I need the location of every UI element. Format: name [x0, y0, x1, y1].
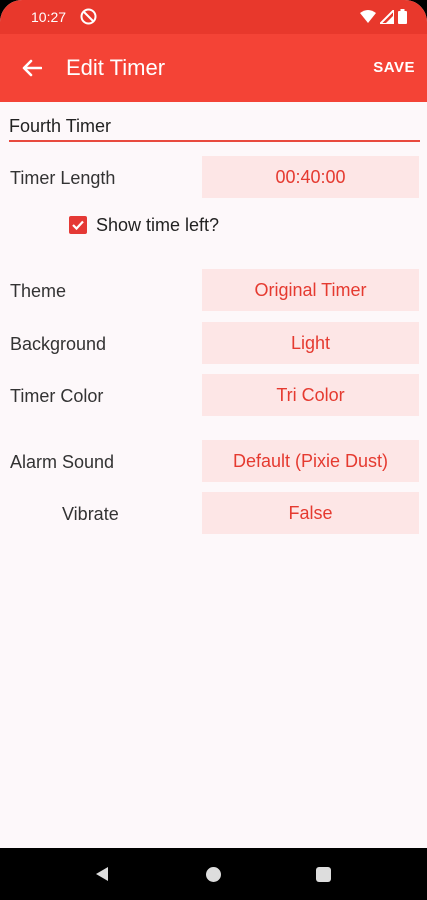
theme-label: Theme — [10, 281, 67, 301]
page-title: Edit Timer — [66, 55, 166, 80]
timer-length-label: Timer Length — [10, 168, 116, 188]
timer-color-button[interactable]: Tri Color — [202, 374, 419, 416]
wifi-icon — [360, 9, 376, 29]
alarm-sound-label: Alarm Sound — [10, 452, 115, 472]
show-time-left-label[interactable]: Show time left? — [96, 215, 219, 236]
show-time-left-checkbox[interactable] — [69, 216, 87, 234]
timer-color-label: Timer Color — [10, 386, 104, 406]
back-button[interactable] — [16, 52, 48, 84]
vibrate-button[interactable]: False — [202, 492, 419, 534]
nav-recents-icon[interactable] — [316, 867, 331, 882]
timer-name-input[interactable] — [9, 114, 420, 142]
save-button[interactable]: SAVE — [373, 59, 415, 76]
status-icons — [360, 7, 407, 29]
navigation-bar — [0, 848, 427, 900]
do-not-disturb-icon — [80, 8, 97, 25]
alarm-sound-button[interactable]: Default (Pixie Dust) — [202, 440, 419, 482]
battery-icon — [398, 9, 407, 29]
check-icon — [72, 220, 84, 231]
background-button[interactable]: Light — [202, 322, 419, 364]
theme-button[interactable]: Original Timer — [202, 269, 419, 311]
screen: 10:27 Edit Timer SAVE Timer Length 00:40… — [0, 0, 427, 900]
arrow-back-icon — [22, 59, 42, 77]
background-label: Background — [10, 334, 107, 354]
nav-back-icon[interactable] — [95, 866, 109, 887]
app-bar: Edit Timer SAVE — [0, 34, 427, 102]
status-time: 10:27 — [31, 9, 67, 25]
nav-home-icon[interactable] — [206, 867, 221, 882]
timer-length-button[interactable]: 00:40:00 — [202, 156, 419, 198]
status-bar: 10:27 — [0, 0, 427, 34]
vibrate-label: Vibrate — [62, 504, 119, 524]
signal-icon — [377, 7, 395, 29]
